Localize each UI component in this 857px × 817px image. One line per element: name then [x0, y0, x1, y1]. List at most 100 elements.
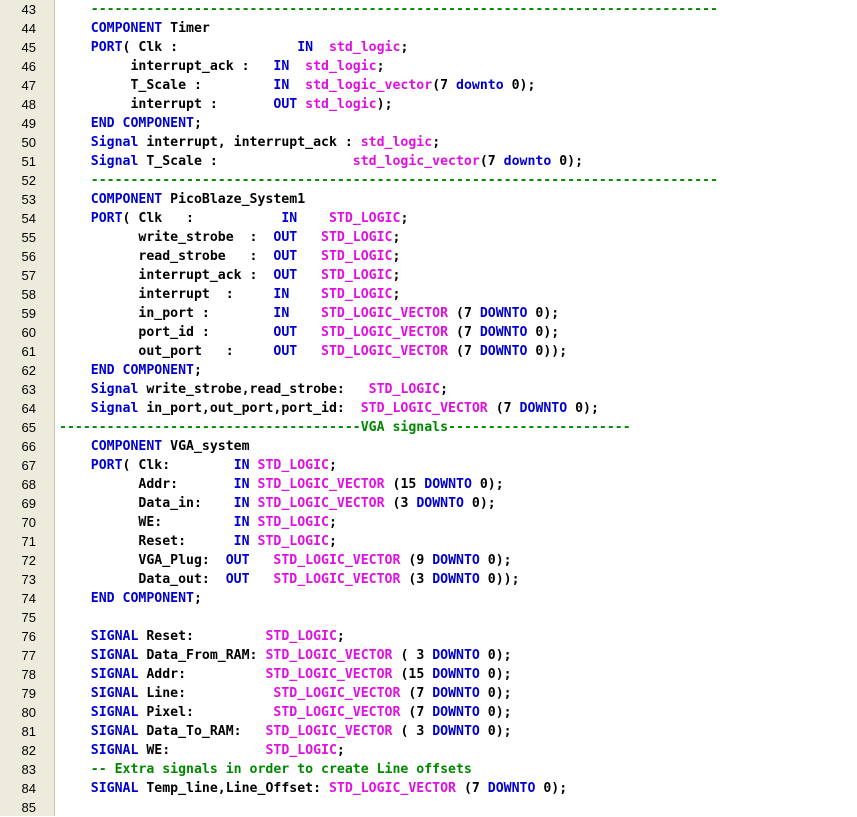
- code-text[interactable]: PORT( Clk : IN std_logic;: [59, 38, 409, 57]
- code-text[interactable]: interrupt : OUT std_logic);: [59, 95, 393, 114]
- code-line[interactable]: 56 read_strobe : OUT STD_LOGIC;: [0, 247, 857, 266]
- code-text[interactable]: SIGNAL Temp_line,Line_Offset: STD_LOGIC_…: [59, 779, 567, 798]
- code-line[interactable]: 65 --------------------------------------…: [0, 418, 857, 437]
- keyword-token: END COMPONENT: [59, 591, 194, 606]
- code-text[interactable]: Reset: IN STD_LOGIC;: [59, 532, 337, 551]
- code-text[interactable]: T_Scale : IN std_logic_vector(7 downto 0…: [59, 76, 535, 95]
- code-line[interactable]: 53 COMPONENT PicoBlaze_System1: [0, 190, 857, 209]
- code-line[interactable]: 62 END COMPONENT;: [0, 361, 857, 380]
- code-text[interactable]: -- Extra signals in order to create Line…: [59, 760, 472, 779]
- code-text[interactable]: SIGNAL Data_From_RAM: STD_LOGIC_VECTOR (…: [59, 646, 512, 665]
- code-text[interactable]: Data_in: IN STD_LOGIC_VECTOR (3 DOWNTO 0…: [59, 494, 495, 513]
- code-line[interactable]: 43 -------------------------------------…: [0, 0, 857, 19]
- code-text[interactable]: SIGNAL Data_To_RAM: STD_LOGIC_VECTOR ( 3…: [59, 722, 512, 741]
- code-text[interactable]: END COMPONENT;: [59, 114, 202, 133]
- code-line[interactable]: 46 interrupt_ack : IN std_logic;: [0, 57, 857, 76]
- keyword-token: Signal: [59, 401, 139, 416]
- code-text[interactable]: interrupt_ack : OUT STD_LOGIC;: [59, 266, 400, 285]
- code-line[interactable]: 57 interrupt_ack : OUT STD_LOGIC;: [0, 266, 857, 285]
- code-line[interactable]: 83 -- Extra signals in order to create L…: [0, 760, 857, 779]
- code-line[interactable]: 63 Signal write_strobe,read_strobe: STD_…: [0, 380, 857, 399]
- line-number: 75: [21, 610, 36, 625]
- code-text[interactable]: out_port : OUT STD_LOGIC_VECTOR (7 DOWNT…: [59, 342, 567, 361]
- code-line[interactable]: 69 Data_in: IN STD_LOGIC_VECTOR (3 DOWNT…: [0, 494, 857, 513]
- code-line[interactable]: 85: [0, 798, 857, 817]
- code-text[interactable]: Addr: IN STD_LOGIC_VECTOR (15 DOWNTO 0);: [59, 475, 503, 494]
- code-lines[interactable]: 43 -------------------------------------…: [0, 0, 857, 817]
- code-text[interactable]: PORT( Clk: IN STD_LOGIC;: [59, 456, 337, 475]
- code-line[interactable]: 59 in_port : IN STD_LOGIC_VECTOR (7 DOWN…: [0, 304, 857, 323]
- code-line[interactable]: 66 COMPONENT VGA_system: [0, 437, 857, 456]
- keyword-token: IN: [273, 59, 290, 74]
- keyword-token: IN: [273, 287, 290, 302]
- code-text[interactable]: Data_out: OUT STD_LOGIC_VECTOR (3 DOWNTO…: [59, 570, 519, 589]
- code-line[interactable]: 60 port_id : OUT STD_LOGIC_VECTOR (7 DOW…: [0, 323, 857, 342]
- code-text[interactable]: --------------------------------------VG…: [59, 418, 631, 437]
- code-line[interactable]: 58 interrupt : IN STD_LOGIC;: [0, 285, 857, 304]
- code-text[interactable]: SIGNAL Pixel: STD_LOGIC_VECTOR (7 DOWNTO…: [59, 703, 512, 722]
- code-line[interactable]: 70 WE: IN STD_LOGIC;: [0, 513, 857, 532]
- code-line[interactable]: 72 VGA_Plug: OUT STD_LOGIC_VECTOR (9 DOW…: [0, 551, 857, 570]
- line-number: 79: [21, 686, 36, 701]
- code-line[interactable]: 79 SIGNAL Line: STD_LOGIC_VECTOR (7 DOWN…: [0, 684, 857, 703]
- code-line[interactable]: 73 Data_out: OUT STD_LOGIC_VECTOR (3 DOW…: [0, 570, 857, 589]
- code-text[interactable]: read_strobe : OUT STD_LOGIC;: [59, 247, 400, 266]
- code-line[interactable]: 84 SIGNAL Temp_line,Line_Offset: STD_LOG…: [0, 779, 857, 798]
- comment-token: ----------------------------------------…: [59, 173, 718, 188]
- code-text[interactable]: Signal in_port,out_port,port_id: STD_LOG…: [59, 399, 599, 418]
- code-line[interactable]: 75: [0, 608, 857, 627]
- code-line[interactable]: 64 Signal in_port,out_port,port_id: STD_…: [0, 399, 857, 418]
- code-text[interactable]: END COMPONENT;: [59, 361, 202, 380]
- code-text[interactable]: interrupt : IN STD_LOGIC;: [59, 285, 400, 304]
- keyword-token: IN: [233, 458, 250, 473]
- code-text[interactable]: ----------------------------------------…: [59, 171, 718, 190]
- code-text[interactable]: COMPONENT VGA_system: [59, 437, 250, 456]
- code-text[interactable]: Signal write_strobe,read_strobe: STD_LOG…: [59, 380, 448, 399]
- code-line[interactable]: 61 out_port : OUT STD_LOGIC_VECTOR (7 DO…: [0, 342, 857, 361]
- code-line[interactable]: 74 END COMPONENT;: [0, 589, 857, 608]
- code-text[interactable]: Signal T_Scale : std_logic_vector(7 down…: [59, 152, 583, 171]
- keyword-token: DOWNTO: [416, 496, 464, 511]
- code-text[interactable]: port_id : OUT STD_LOGIC_VECTOR (7 DOWNTO…: [59, 323, 559, 342]
- code-line[interactable]: 82 SIGNAL WE: STD_LOGIC;: [0, 741, 857, 760]
- code-text[interactable]: SIGNAL WE: STD_LOGIC;: [59, 741, 345, 760]
- code-text[interactable]: Signal interrupt, interrupt_ack : std_lo…: [59, 133, 440, 152]
- code-text[interactable]: SIGNAL Reset: STD_LOGIC;: [59, 627, 345, 646]
- code-text[interactable]: ----------------------------------------…: [59, 0, 718, 19]
- code-line[interactable]: 80 SIGNAL Pixel: STD_LOGIC_VECTOR (7 DOW…: [0, 703, 857, 722]
- code-editor[interactable]: 43 -------------------------------------…: [0, 0, 857, 816]
- code-text[interactable]: in_port : IN STD_LOGIC_VECTOR (7 DOWNTO …: [59, 304, 559, 323]
- line-number: 56: [21, 249, 36, 264]
- code-text[interactable]: COMPONENT PicoBlaze_System1: [59, 190, 305, 209]
- code-text[interactable]: PORT( Clk : IN STD_LOGIC;: [59, 209, 409, 228]
- code-line[interactable]: 81 SIGNAL Data_To_RAM: STD_LOGIC_VECTOR …: [0, 722, 857, 741]
- code-line[interactable]: 44 COMPONENT Timer: [0, 19, 857, 38]
- code-text[interactable]: SIGNAL Line: STD_LOGIC_VECTOR (7 DOWNTO …: [59, 684, 512, 703]
- code-text[interactable]: END COMPONENT;: [59, 589, 202, 608]
- code-line[interactable]: 68 Addr: IN STD_LOGIC_VECTOR (15 DOWNTO …: [0, 475, 857, 494]
- code-line[interactable]: 71 Reset: IN STD_LOGIC;: [0, 532, 857, 551]
- code-line[interactable]: 67 PORT( Clk: IN STD_LOGIC;: [0, 456, 857, 475]
- code-text[interactable]: SIGNAL Addr: STD_LOGIC_VECTOR (15 DOWNTO…: [59, 665, 512, 684]
- code-text[interactable]: write_strobe : OUT STD_LOGIC;: [59, 228, 400, 247]
- text-token: Data_in:: [59, 496, 234, 511]
- code-line[interactable]: 54 PORT( Clk : IN STD_LOGIC;: [0, 209, 857, 228]
- code-text[interactable]: WE: IN STD_LOGIC;: [59, 513, 337, 532]
- code-line[interactable]: 50 Signal interrupt, interrupt_ack : std…: [0, 133, 857, 152]
- code-line[interactable]: 77 SIGNAL Data_From_RAM: STD_LOGIC_VECTO…: [0, 646, 857, 665]
- code-line[interactable]: 45 PORT( Clk : IN std_logic;: [0, 38, 857, 57]
- code-line[interactable]: 48 interrupt : OUT std_logic);: [0, 95, 857, 114]
- code-line[interactable]: 51 Signal T_Scale : std_logic_vector(7 d…: [0, 152, 857, 171]
- code-text[interactable]: interrupt_ack : IN std_logic;: [59, 57, 384, 76]
- line-number: 63: [21, 382, 36, 397]
- code-text[interactable]: COMPONENT Timer: [59, 19, 210, 38]
- code-line[interactable]: 76 SIGNAL Reset: STD_LOGIC;: [0, 627, 857, 646]
- code-line[interactable]: 49 END COMPONENT;: [0, 114, 857, 133]
- code-line[interactable]: 52 -------------------------------------…: [0, 171, 857, 190]
- code-line[interactable]: 47 T_Scale : IN std_logic_vector(7 downt…: [0, 76, 857, 95]
- code-text[interactable]: VGA_Plug: OUT STD_LOGIC_VECTOR (9 DOWNTO…: [59, 551, 511, 570]
- code-line[interactable]: 78 SIGNAL Addr: STD_LOGIC_VECTOR (15 DOW…: [0, 665, 857, 684]
- code-line[interactable]: 55 write_strobe : OUT STD_LOGIC;: [0, 228, 857, 247]
- text-token: );: [376, 97, 393, 112]
